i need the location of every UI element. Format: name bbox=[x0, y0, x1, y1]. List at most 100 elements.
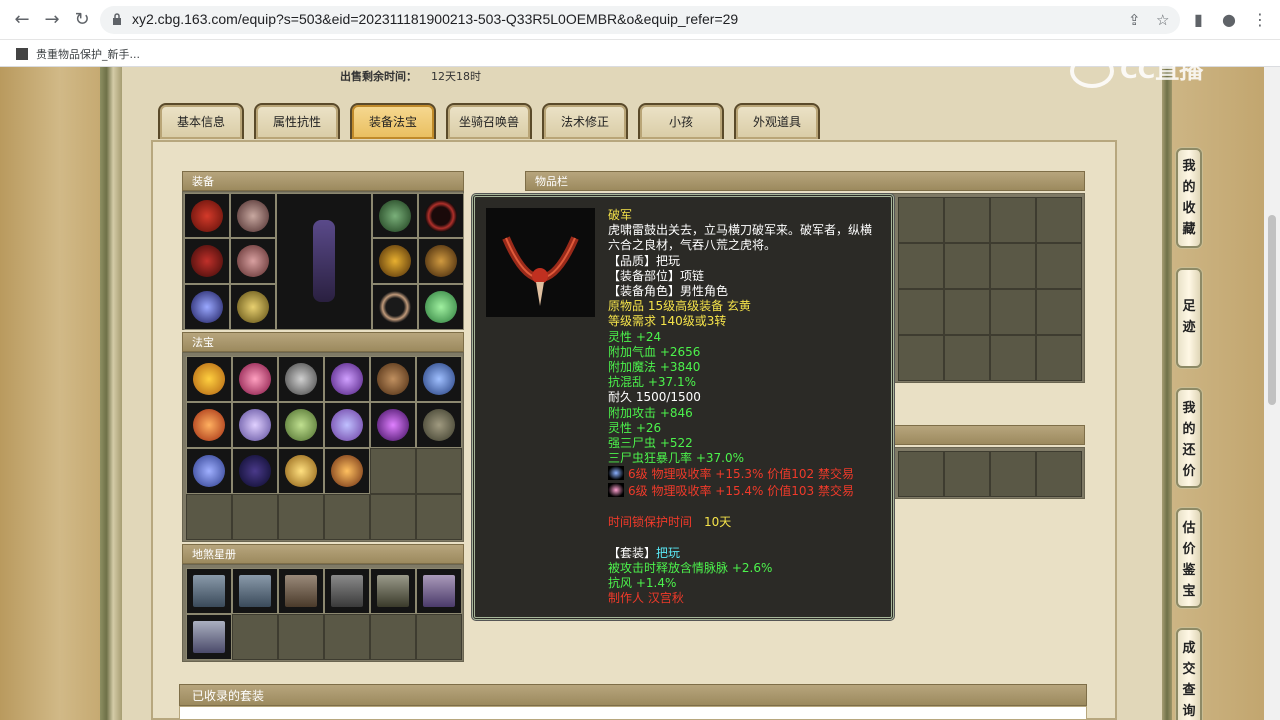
necklace-preview-icon bbox=[486, 208, 595, 317]
star-icon[interactable]: ☆ bbox=[1156, 11, 1169, 29]
collected-sets-label: 已收录的套装 bbox=[192, 689, 265, 703]
item-stat: 抗风 +1.4% bbox=[608, 576, 677, 591]
bookmark-item[interactable]: 贵重物品保护_新手... bbox=[16, 46, 140, 62]
tab-attributes[interactable]: 属性抗性 bbox=[254, 103, 340, 139]
equip-slot-belt[interactable] bbox=[372, 284, 418, 330]
fabao-slot[interactable] bbox=[278, 448, 324, 494]
fabao-slot[interactable] bbox=[232, 448, 278, 494]
fabao-slot[interactable] bbox=[324, 356, 370, 402]
back-arrow-icon[interactable]: ← bbox=[10, 8, 34, 32]
item-stat: 抗混乱 +37.1% bbox=[608, 375, 696, 390]
collected-sets-header: 已收录的套装 bbox=[179, 684, 1087, 706]
equip-slot-orb[interactable] bbox=[418, 284, 464, 330]
star-card-icon bbox=[285, 575, 317, 607]
fabao-slot[interactable] bbox=[278, 402, 324, 448]
fabao-slot[interactable] bbox=[324, 402, 370, 448]
right-border bbox=[1162, 67, 1172, 720]
scroll-thumb[interactable] bbox=[1268, 215, 1276, 405]
gem-line-text: 6级 物理吸收率 +15.3% 价值102 禁交易 bbox=[628, 467, 854, 482]
tab-mounts-pets[interactable]: 坐骑召唤兽 bbox=[446, 103, 532, 139]
equip-slot-weapon[interactable] bbox=[184, 284, 230, 330]
helmet-icon bbox=[191, 200, 223, 232]
side-btn-favorites[interactable]: 我的收藏 bbox=[1176, 148, 1202, 248]
item-origin: 原物品 15级高级装备 玄黄 bbox=[608, 299, 751, 314]
menu-icon[interactable]: ⋮ bbox=[1252, 10, 1268, 29]
side-btn-appraisal[interactable]: 估价鉴宝 bbox=[1176, 508, 1202, 608]
star-card-slot[interactable] bbox=[416, 568, 462, 614]
inventory-slot bbox=[944, 335, 990, 381]
hat-icon bbox=[237, 200, 269, 232]
equip-slot-ring1[interactable] bbox=[372, 238, 418, 284]
item-stat: 附加攻击 +846 bbox=[608, 405, 693, 420]
fabao-item-icon bbox=[193, 363, 225, 395]
equip-slot-boots[interactable] bbox=[230, 284, 276, 330]
fabao-slot[interactable] bbox=[416, 402, 462, 448]
tab-appearance[interactable]: 外观道具 bbox=[734, 103, 820, 139]
fabao-slot[interactable] bbox=[278, 356, 324, 402]
equip-slot-helmet[interactable] bbox=[184, 193, 230, 238]
star-card-slot[interactable] bbox=[278, 568, 324, 614]
inventory-slot bbox=[1036, 243, 1082, 289]
share-icon[interactable]: ⇪ bbox=[1128, 11, 1141, 29]
equipment-header-label: 装备 bbox=[192, 175, 214, 188]
tab-basic-info[interactable]: 基本信息 bbox=[158, 103, 244, 139]
star-card-slot[interactable] bbox=[186, 568, 232, 614]
equip-slot-ring2[interactable] bbox=[418, 238, 464, 284]
inventory-slot bbox=[944, 243, 990, 289]
inventory-slot bbox=[898, 335, 944, 381]
fabao-header: 法宝 bbox=[182, 332, 464, 352]
side-btn-label: 估价鉴宝 bbox=[1182, 521, 1196, 599]
sidebar-icon[interactable]: ▮ bbox=[1194, 10, 1203, 29]
tab-spell-mods[interactable]: 法术修正 bbox=[542, 103, 628, 139]
inventory-slot bbox=[1036, 289, 1082, 335]
fabao-slot[interactable] bbox=[232, 356, 278, 402]
equip-slot-armor[interactable] bbox=[184, 238, 230, 284]
forward-arrow-icon[interactable]: → bbox=[40, 8, 64, 32]
side-btn-deal-history[interactable]: 成交查询 bbox=[1176, 628, 1202, 720]
star-card-slot[interactable] bbox=[370, 568, 416, 614]
fabao-slot-empty bbox=[416, 494, 462, 540]
page-scrollbar[interactable] bbox=[1264, 67, 1280, 720]
fabao-slot[interactable] bbox=[370, 402, 416, 448]
side-btn-footprints[interactable]: 足迹 bbox=[1176, 268, 1202, 368]
profile-icon[interactable]: ● bbox=[1222, 10, 1236, 29]
star-card-slot[interactable] bbox=[324, 568, 370, 614]
fabao-slot[interactable] bbox=[186, 356, 232, 402]
reload-icon[interactable]: ↻ bbox=[70, 8, 94, 32]
sale-time-value: 12天18时 bbox=[431, 70, 481, 83]
necklace-art bbox=[502, 236, 579, 306]
fabao-slot[interactable] bbox=[186, 448, 232, 494]
fabao-item-icon bbox=[377, 409, 409, 441]
side-btn-my-offers[interactable]: 我的还价 bbox=[1176, 388, 1202, 488]
item-slot: 【装备部位】项链 bbox=[608, 268, 705, 283]
fabao-slot[interactable] bbox=[232, 402, 278, 448]
star-card-icon bbox=[377, 575, 409, 607]
equip-slot-body[interactable] bbox=[230, 238, 276, 284]
item-stat: 附加气血 +2656 bbox=[608, 344, 701, 359]
star-card-slot[interactable] bbox=[186, 614, 232, 660]
inventory-slot bbox=[944, 289, 990, 335]
dishasheng-grid bbox=[182, 564, 464, 662]
equip-slot-mask[interactable] bbox=[372, 193, 418, 238]
tab-children[interactable]: 小孩 bbox=[638, 103, 724, 139]
inventory-header: 物品栏 bbox=[525, 171, 1085, 191]
set-value: 把玩 bbox=[656, 545, 681, 560]
fabao-slot[interactable] bbox=[416, 356, 462, 402]
fabao-slot[interactable] bbox=[370, 356, 416, 402]
fabao-slot[interactable] bbox=[324, 448, 370, 494]
inventory-slot bbox=[898, 451, 944, 497]
address-bar[interactable]: xy2.cbg.163.com/equip?s=503&eid=20231118… bbox=[100, 6, 1180, 34]
equip-slot-hat[interactable] bbox=[230, 193, 276, 238]
inventory-slot bbox=[990, 451, 1036, 497]
inventory-slot bbox=[990, 197, 1036, 243]
equip-slot-necklace[interactable] bbox=[418, 193, 464, 238]
fabao-slot[interactable] bbox=[186, 402, 232, 448]
necklace-icon bbox=[425, 200, 457, 232]
star-card-slot[interactable] bbox=[232, 568, 278, 614]
fabao-item-icon bbox=[423, 409, 455, 441]
tab-equipment[interactable]: 装备法宝 bbox=[350, 103, 436, 139]
side-btn-label: 我的还价 bbox=[1182, 401, 1196, 479]
dishasheng-header-label: 地煞星册 bbox=[192, 548, 236, 561]
fabao-item-icon bbox=[285, 455, 317, 487]
